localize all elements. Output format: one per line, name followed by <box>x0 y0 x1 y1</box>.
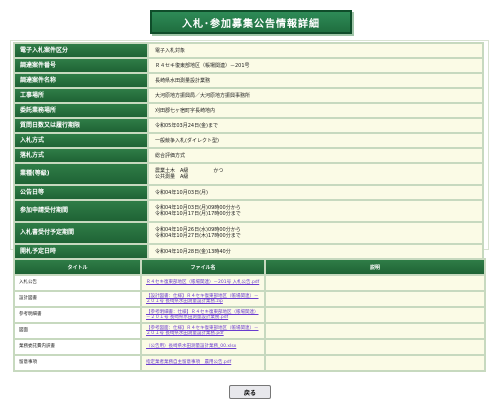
detail-value: 令和05年03月24日(金)まで <box>147 117 484 134</box>
file-link[interactable]: 【参考図面：仕様】Ｒ４セキ復東部地区（帳場関連）－２０１号 長崎県水田測量設計業… <box>146 326 259 337</box>
file-desc <box>264 274 486 292</box>
table-row: 入札公告 Ｒ４セキ復東部地区（帳場関連）－201号 入札公告.pdf <box>13 274 486 292</box>
details-row: 工事場所 大河原地方振興局／大河原地方振興事務所 <box>13 87 484 104</box>
file-cell: 【参考図面：仕様】Ｒ４セキ復東部地区（帳場関連）－２０１号 長崎県水田測量設計業… <box>140 322 266 340</box>
file-desc <box>264 306 486 324</box>
page-title: 入札･参加募集公告情報詳細 <box>150 10 352 34</box>
file-title: 図面 <box>13 322 142 340</box>
detail-label: 参加申請受付期間 <box>13 199 149 223</box>
detail-value: 総合評価方式 <box>147 147 484 164</box>
details-row: 参加申請受付期間 令和04年10月03日(月)09時00分から 令和04年10月… <box>13 199 484 223</box>
detail-label: 入札方式 <box>13 132 149 149</box>
files-table: タイトル ファイル名 説明 入札公告 Ｒ４セキ復東部地区（帳場関連）－201号 … <box>13 258 486 372</box>
detail-value: 長崎県水田測量設計業務 <box>147 72 484 89</box>
file-link[interactable]: Ｒ４セキ復東部地区（帳場関連）－201号 入札公告.pdf <box>146 280 259 285</box>
detail-value: 令和04年10月28日(金)13時40分 <box>147 243 484 260</box>
table-row: 留意事項 指定業者業務自主留意事項 農用公告.pdf <box>13 354 486 372</box>
detail-value: 令和04年10月26日(水)09時00分から 令和04年10月27日(木)17時… <box>147 221 484 245</box>
detail-value: 令和04年10月03日(月)09時00分から 令和04年10月17日(月)17時… <box>147 199 484 223</box>
details-row: 入札書受付予定期間 令和04年10月26日(水)09時00分から 令和04年10… <box>13 221 484 245</box>
file-cell: 【設計図書：仕様】Ｒ４セキ復東部地区（帳場関連）－２０１号 長崎県水田測量設計業… <box>140 290 266 308</box>
file-cell: Ｒ４セキ復東部地区（帳場関連）－201号 入札公告.pdf <box>140 274 266 292</box>
details-row: 公告日等 令和04年10月03日(月) <box>13 184 484 201</box>
detail-value: 令和04年10月03日(月) <box>147 184 484 201</box>
details-row: 開札予定日時 令和04年10月28日(金)13時40分 <box>13 243 484 260</box>
detail-label: 落札方式 <box>13 147 149 164</box>
detail-label: 委託業務場所 <box>13 102 149 119</box>
detail-value: 一般競争入札(ダイレクト型) <box>147 132 484 149</box>
column-header-title: タイトル <box>13 258 142 276</box>
detail-label: 入札書受付予定期間 <box>13 221 149 245</box>
file-desc <box>264 338 486 356</box>
file-desc <box>264 322 486 340</box>
detail-label: 開札予定日時 <box>13 243 149 260</box>
file-desc <box>264 290 486 308</box>
details-row: 質問日数又は履行期限 令和05年03月24日(金)まで <box>13 117 484 134</box>
detail-value: 刈田郡七ヶ宿町字長崎地内 <box>147 102 484 119</box>
column-header-file: ファイル名 <box>140 258 266 276</box>
detail-label: 公告日等 <box>13 184 149 201</box>
detail-value: 大河原地方振興局／大河原地方振興事務所 <box>147 87 484 104</box>
file-title: 入札公告 <box>13 274 142 292</box>
detail-label: 調達案件番号 <box>13 57 149 74</box>
details-row: 調達案件名称 長崎県水田測量設計業務 <box>13 72 484 89</box>
details-row: 業種(等級) 農業土木 A級 かつ 公共測量 A級 <box>13 162 484 186</box>
file-link[interactable]: 指定業者業務自主留意事項 農用公告.pdf <box>146 360 231 365</box>
detail-label: 業種(等級) <box>13 162 149 186</box>
file-title: 留意事項 <box>13 354 142 372</box>
file-cell: 指定業者業務自主留意事項 農用公告.pdf <box>140 354 266 372</box>
details-table: 電子入札案件区分 電子入札対象 調達案件番号 Ｒ４セキ復東部地区（帳場関連）－2… <box>13 42 484 260</box>
file-title: 業務委託費内訳書 <box>13 338 142 356</box>
file-link[interactable]: 【設計図書：仕様】Ｒ４セキ復東部地区（帳場関連）－２０１号 長崎県水田測量設計業… <box>146 294 259 305</box>
file-cell: 【参考明細書：仕様】Ｒ４セキ復東部地区（帳場関連）－２０１号 長崎県水田測量設計… <box>140 306 266 324</box>
detail-label: 工事場所 <box>13 87 149 104</box>
table-row: 参考明細書 【参考明細書：仕様】Ｒ４セキ復東部地区（帳場関連）－２０１号 長崎県… <box>13 306 486 324</box>
back-button[interactable]: 戻る <box>229 385 271 399</box>
column-header-desc: 説明 <box>264 258 486 276</box>
table-row: 業務委託費内訳書 （公告用）長崎県水田測量設計業務_00.xlsx <box>13 338 486 356</box>
file-desc <box>264 354 486 372</box>
details-row: 入札方式 一般競争入札(ダイレクト型) <box>13 132 484 149</box>
detail-value: 電子入札対象 <box>147 42 484 59</box>
file-title: 参考明細書 <box>13 306 142 324</box>
file-cell: （公告用）長崎県水田測量設計業務_00.xlsx <box>140 338 266 356</box>
table-row: 図面 【参考図面：仕様】Ｒ４セキ復東部地区（帳場関連）－２０１号 長崎県水田測量… <box>13 322 486 340</box>
detail-value: Ｒ４セキ復東部地区（帳場関連）－201号 <box>147 57 484 74</box>
detail-label: 電子入札案件区分 <box>13 42 149 59</box>
details-row: 委託業務場所 刈田郡七ヶ宿町字長崎地内 <box>13 102 484 119</box>
file-link[interactable]: （公告用）長崎県水田測量設計業務_00.xlsx <box>146 344 236 349</box>
details-row: 調達案件番号 Ｒ４セキ復東部地区（帳場関連）－201号 <box>13 57 484 74</box>
detail-value: 農業土木 A級 かつ 公共測量 A級 <box>147 162 484 186</box>
table-row: 設計図書 【設計図書：仕様】Ｒ４セキ復東部地区（帳場関連）－２０１号 長崎県水田… <box>13 290 486 308</box>
file-title: 設計図書 <box>13 290 142 308</box>
details-row: 電子入札案件区分 電子入札対象 <box>13 42 484 59</box>
details-row: 落札方式 総合評価方式 <box>13 147 484 164</box>
file-link[interactable]: 【参考明細書：仕様】Ｒ４セキ復東部地区（帳場関連）－２０１号 長崎県水田測量設計… <box>146 310 259 321</box>
detail-label: 質問日数又は履行期限 <box>13 117 149 134</box>
detail-label: 調達案件名称 <box>13 72 149 89</box>
files-header-row: タイトル ファイル名 説明 <box>13 258 486 276</box>
